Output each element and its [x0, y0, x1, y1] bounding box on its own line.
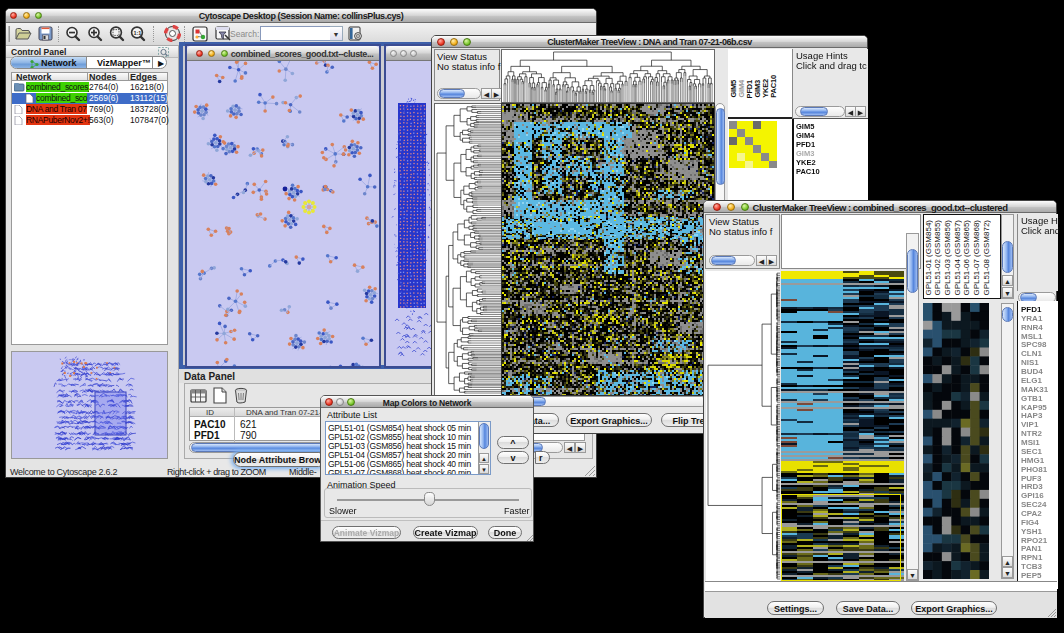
svg-text:1:1: 1:1	[133, 30, 141, 36]
